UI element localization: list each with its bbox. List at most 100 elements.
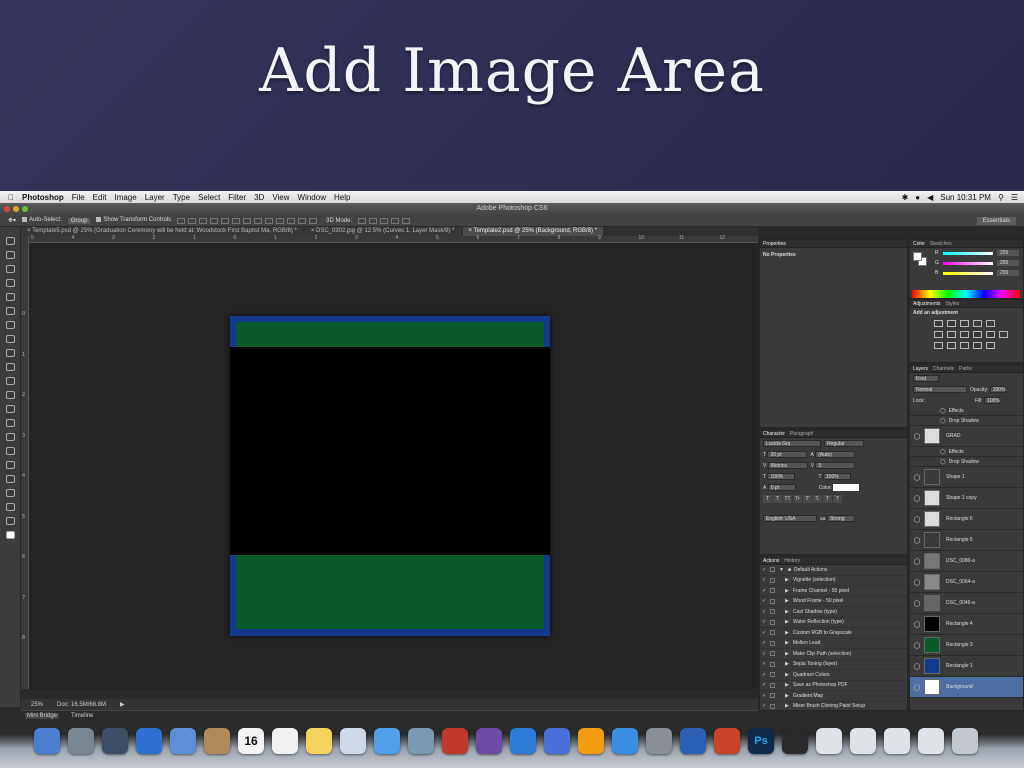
layer-row[interactable]: ◯ Shape 1 — [910, 467, 1023, 488]
check-icon[interactable]: ✓ — [762, 672, 768, 678]
hue-saturation-icon[interactable] — [934, 331, 943, 338]
text-color-swatch[interactable] — [833, 484, 860, 491]
menu-select[interactable]: Select — [198, 193, 220, 202]
dialog-toggle-icon[interactable] — [770, 661, 775, 667]
menu-filter[interactable]: Filter — [228, 193, 246, 202]
tab-history[interactable]: History — [784, 558, 800, 564]
disclosure-triangle-icon[interactable]: ▶ — [785, 640, 789, 646]
leading-field[interactable]: (Auto) — [815, 451, 856, 458]
foreground-color-chip[interactable] — [913, 252, 922, 261]
disclosure-triangle-icon[interactable]: ▶ — [785, 598, 789, 604]
photoshop-icon[interactable]: Ps — [748, 728, 774, 754]
antialias-select[interactable]: Strong — [826, 515, 855, 522]
vibrance-icon[interactable] — [986, 320, 995, 327]
check-icon[interactable]: ✓ — [762, 630, 768, 636]
layer-row[interactable]: ◯ Background — [910, 677, 1023, 698]
threshold-icon[interactable] — [960, 342, 969, 349]
tab-template2[interactable]: × Template2.psd @ 25% (Background, RGB/8… — [462, 227, 604, 236]
action-row[interactable]: ✓ ▶ Water Reflection (type) — [760, 618, 907, 628]
font-size-field[interactable]: 20 pt — [767, 451, 808, 458]
all-caps-button[interactable]: TT — [783, 495, 792, 503]
action-row[interactable]: ✓ ▶ Save as Photoshop PDF — [760, 681, 907, 691]
tool-icon[interactable] — [6, 475, 15, 483]
zoom-icon[interactable] — [22, 206, 28, 212]
action-set-row[interactable]: ✓ ▼ ■ Default Actions — [760, 565, 907, 576]
notes-icon[interactable] — [306, 728, 332, 754]
font-style-select[interactable]: Regular — [824, 440, 864, 447]
disclosure-triangle-icon[interactable]: ▶ — [785, 672, 789, 678]
disclosure-triangle-icon[interactable]: ▶ — [785, 661, 789, 667]
green-value[interactable]: 255 — [997, 260, 1019, 266]
tool-icon[interactable] — [6, 447, 15, 455]
photo-filter-icon[interactable] — [973, 331, 982, 338]
tab-actions[interactable]: Actions — [763, 558, 779, 564]
tab-properties[interactable]: Properties — [763, 241, 786, 247]
distribute-left-icon[interactable] — [276, 217, 285, 224]
contacts-icon[interactable] — [204, 728, 230, 754]
layer-row[interactable]: ◯ Rectangle 6 — [910, 509, 1023, 530]
black-white-icon[interactable] — [960, 331, 969, 338]
3d-rotate-icon[interactable] — [358, 217, 367, 224]
dialog-toggle-icon[interactable] — [770, 567, 775, 573]
menu-3d[interactable]: 3D — [254, 193, 264, 202]
action-row[interactable]: ✓ ▶ Mixer Brush Cloning Paint Setup — [760, 702, 907, 711]
menu-edit[interactable]: Edit — [93, 193, 107, 202]
align-left-icon[interactable] — [210, 217, 219, 224]
horizontal-ruler[interactable]: 5 4 3 2 1 0 1 2 3 4 5 6 7 8 9 10 11 12 — [29, 235, 758, 243]
eye-icon[interactable]: ◯ — [910, 579, 924, 586]
eye-icon[interactable]: ◯ — [910, 516, 924, 523]
action-row[interactable]: ✓ ▶ Vignette (selection) — [760, 576, 907, 586]
vertical-scale-field[interactable]: 100% — [767, 473, 796, 480]
red-value[interactable]: 255 — [997, 250, 1019, 256]
menu-type[interactable]: Type — [173, 193, 190, 202]
imovie-icon[interactable] — [476, 728, 502, 754]
disclosure-triangle-icon[interactable]: ▶ — [785, 682, 789, 688]
layer-row[interactable]: ◯ Shape 1 copy — [910, 488, 1023, 509]
fg-bg-color-chips[interactable] — [913, 252, 927, 266]
vertical-ruler[interactable]: 0 1 2 3 4 5 6 7 8 — [21, 236, 29, 689]
system-preferences-icon[interactable] — [646, 728, 672, 754]
tool-icon[interactable] — [6, 377, 15, 385]
action-row[interactable]: ✓ ▶ Molten Lead — [760, 639, 907, 649]
itunes-icon[interactable] — [544, 728, 570, 754]
tab-swatches[interactable]: Swatches — [930, 241, 952, 247]
tab-template5[interactable]: × Template5.psd @ 25% (Graduation Ceremo… — [21, 227, 303, 236]
stack-icon[interactable] — [850, 728, 876, 754]
doc-info[interactable]: Doc: 16.5M/68.8M — [57, 702, 106, 708]
tool-icon[interactable] — [6, 391, 15, 399]
bluetooth-icon[interactable]: ✱ — [902, 193, 909, 202]
tool-icon[interactable] — [6, 405, 15, 413]
check-icon[interactable]: ✓ — [762, 640, 768, 646]
tool-icon[interactable] — [6, 349, 15, 357]
disclosure-triangle-icon[interactable]: ▶ — [785, 630, 789, 636]
align-top-icon[interactable] — [177, 217, 186, 224]
canvas-area[interactable] — [29, 243, 758, 689]
font-family-select[interactable]: Lucida Gra — [763, 440, 821, 447]
exposure-icon[interactable] — [973, 320, 982, 327]
stack-icon[interactable] — [884, 728, 910, 754]
selective-color-icon[interactable] — [986, 342, 995, 349]
tab-timeline[interactable]: Timeline — [69, 713, 95, 719]
kerning-field[interactable]: Metrics — [767, 462, 808, 469]
check-icon[interactable]: ✓ — [762, 682, 768, 688]
layer-row[interactable]: ◯ DSC_0064-a — [910, 572, 1023, 593]
stack-icon[interactable] — [918, 728, 944, 754]
dialog-toggle-icon[interactable] — [770, 588, 775, 594]
eye-icon[interactable]: ◯ — [910, 433, 924, 440]
align-middle-icon[interactable] — [188, 217, 197, 224]
disclosure-triangle-icon[interactable]: ▶ — [785, 693, 789, 699]
minimize-icon[interactable] — [13, 206, 19, 212]
clock[interactable]: Sun 10:31 PM — [940, 193, 991, 202]
eye-icon[interactable]: ◯ — [910, 600, 924, 607]
tab-paths[interactable]: Paths — [959, 366, 972, 372]
blue-slider[interactable] — [943, 271, 993, 275]
tab-layers[interactable]: Layers — [913, 366, 928, 372]
tool-icon[interactable] — [6, 461, 15, 469]
safari-icon[interactable] — [136, 728, 162, 754]
effect-eye-icon[interactable]: ◯ — [940, 408, 946, 414]
disclosure-triangle-icon[interactable]: ▶ — [785, 703, 789, 709]
dialog-toggle-icon[interactable] — [770, 703, 775, 709]
itunes-icon[interactable] — [782, 728, 808, 754]
eye-icon[interactable]: ◯ — [910, 495, 924, 502]
check-icon[interactable]: ✓ — [762, 598, 768, 604]
